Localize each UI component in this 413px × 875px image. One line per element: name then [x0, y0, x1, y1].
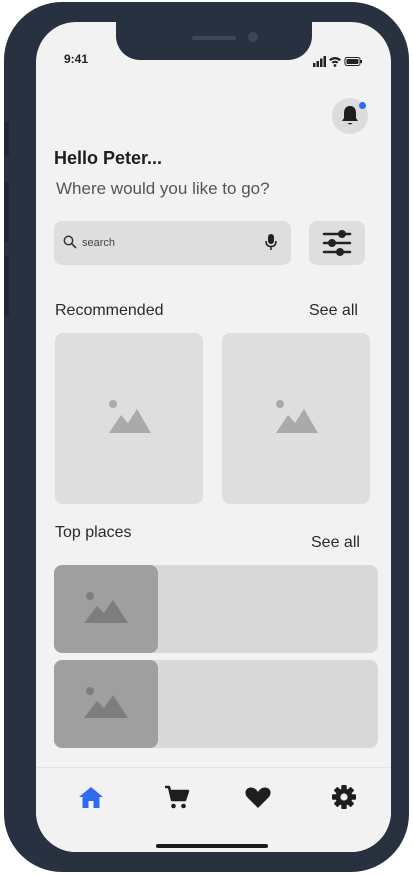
- place-thumbnail: [54, 565, 158, 653]
- top-place-item-2[interactable]: [54, 660, 378, 748]
- top-places-see-all-link[interactable]: See all: [311, 534, 360, 552]
- cart-icon: [165, 785, 190, 809]
- side-button-volume-up: [4, 182, 9, 242]
- home-indicator[interactable]: [156, 844, 268, 848]
- front-camera: [248, 32, 258, 42]
- home-icon: [79, 787, 103, 808]
- app-screen: 9:41 Hello Peter... Where would you like…: [36, 22, 391, 852]
- greeting-subtitle: Where would you like to go?: [56, 179, 270, 198]
- notification-badge: [359, 102, 366, 109]
- status-icons: [313, 54, 363, 67]
- greeting-title: Hello Peter...: [54, 148, 163, 168]
- nav-home[interactable]: [76, 782, 106, 812]
- settings-gear-icon: [332, 785, 356, 809]
- image-placeholder-icon: [109, 400, 151, 433]
- filter-sliders-icon: [322, 230, 352, 256]
- status-time: 9:41: [64, 52, 89, 66]
- phone-frame: 9:41 Hello Peter... Where would you like…: [4, 2, 409, 872]
- nav-cart[interactable]: [162, 782, 192, 812]
- top-place-item-1[interactable]: [54, 565, 378, 653]
- top-places-title: Top places: [55, 524, 132, 541]
- bell-icon: [342, 106, 358, 125]
- image-placeholder-icon: [84, 592, 128, 623]
- notch: [116, 22, 312, 60]
- heart-icon: [245, 787, 271, 808]
- place-thumbnail: [54, 660, 158, 748]
- filter-button[interactable]: [309, 221, 365, 265]
- signal-icon: [313, 56, 326, 67]
- nav-settings[interactable]: [329, 782, 359, 812]
- image-placeholder-icon: [276, 400, 318, 433]
- recommended-card-1[interactable]: [55, 333, 203, 504]
- side-button-mute: [4, 122, 9, 156]
- search-icon: [63, 235, 77, 249]
- image-placeholder-icon: [84, 687, 128, 718]
- recommended-title: Recommended: [55, 302, 164, 319]
- nav-favorites[interactable]: [243, 782, 273, 812]
- bottom-nav: [36, 767, 391, 852]
- notification-button[interactable]: [332, 98, 368, 134]
- wifi-icon: [329, 57, 341, 67]
- side-button-volume-down: [4, 256, 9, 316]
- recommended-see-all-link[interactable]: See all: [309, 302, 358, 320]
- search-bar[interactable]: [54, 221, 291, 265]
- mic-icon: [265, 234, 277, 250]
- search-input[interactable]: [82, 233, 252, 253]
- speaker: [192, 36, 236, 40]
- battery-icon: [344, 57, 362, 66]
- recommended-card-2[interactable]: [222, 333, 370, 504]
